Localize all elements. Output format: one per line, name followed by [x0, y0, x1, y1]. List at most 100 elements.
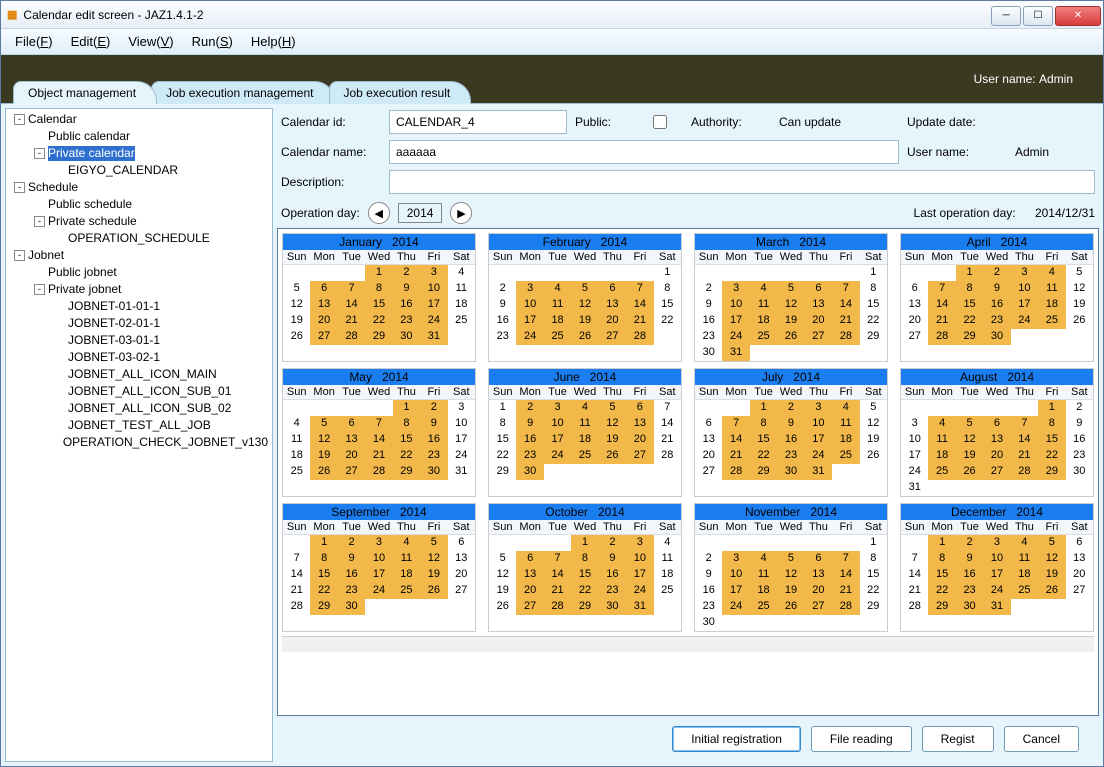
tree-toggle-icon[interactable]: - [14, 182, 25, 193]
day-cell[interactable]: 31 [805, 464, 832, 480]
day-cell[interactable]: 19 [860, 432, 887, 448]
day-cell[interactable]: 12 [599, 416, 626, 432]
day-cell[interactable]: 29 [365, 329, 392, 345]
day-cell[interactable]: 23 [516, 448, 543, 464]
day-cell[interactable]: 22 [860, 583, 887, 599]
day-cell[interactable]: 4 [571, 400, 598, 416]
day-cell[interactable]: 28 [901, 599, 928, 615]
day-cell[interactable]: 21 [654, 432, 681, 448]
day-cell[interactable]: 13 [695, 432, 722, 448]
day-cell[interactable]: 5 [420, 535, 447, 551]
day-cell[interactable]: 4 [832, 400, 859, 416]
day-cell[interactable]: 24 [516, 329, 543, 345]
day-cell[interactable]: 6 [695, 416, 722, 432]
day-cell[interactable]: 22 [956, 313, 983, 329]
day-cell[interactable]: 17 [544, 432, 571, 448]
day-cell[interactable]: 13 [1066, 551, 1093, 567]
prev-year-button[interactable]: ◀ [368, 202, 390, 224]
day-cell[interactable]: 22 [750, 448, 777, 464]
day-cell[interactable]: 15 [489, 432, 516, 448]
day-cell[interactable]: 24 [626, 583, 653, 599]
day-cell[interactable]: 26 [777, 599, 804, 615]
day-cell[interactable]: 15 [310, 567, 337, 583]
day-cell[interactable]: 30 [695, 615, 722, 631]
day-cell[interactable]: 5 [956, 416, 983, 432]
day-cell[interactable]: 13 [983, 432, 1010, 448]
day-cell[interactable]: 18 [750, 583, 777, 599]
day-cell[interactable]: 2 [777, 400, 804, 416]
day-cell[interactable]: 19 [1066, 297, 1093, 313]
day-cell[interactable]: 26 [860, 448, 887, 464]
day-cell[interactable]: 16 [516, 432, 543, 448]
day-cell[interactable]: 7 [654, 400, 681, 416]
day-cell[interactable]: 23 [338, 583, 365, 599]
day-cell[interactable]: 19 [489, 583, 516, 599]
day-cell[interactable]: 31 [420, 329, 447, 345]
day-cell[interactable]: 7 [338, 281, 365, 297]
day-cell[interactable]: 19 [599, 432, 626, 448]
day-cell[interactable]: 24 [1011, 313, 1038, 329]
tree-toggle-icon[interactable]: - [34, 216, 45, 227]
tree-toggle-icon[interactable]: - [14, 114, 25, 125]
day-cell[interactable]: 28 [283, 599, 310, 615]
day-cell[interactable]: 25 [571, 448, 598, 464]
day-cell[interactable]: 12 [777, 297, 804, 313]
day-cell[interactable]: 15 [1038, 432, 1065, 448]
day-cell[interactable]: 9 [1066, 416, 1093, 432]
tree-node[interactable]: JOBNET_ALL_ICON_SUB_02 [8, 400, 270, 417]
day-cell[interactable]: 26 [1066, 313, 1093, 329]
day-cell[interactable]: 2 [1066, 400, 1093, 416]
day-cell[interactable]: 10 [626, 551, 653, 567]
day-cell[interactable]: 6 [448, 535, 475, 551]
day-cell[interactable]: 6 [805, 281, 832, 297]
day-cell[interactable]: 7 [626, 281, 653, 297]
day-cell[interactable]: 22 [860, 313, 887, 329]
day-cell[interactable]: 17 [365, 567, 392, 583]
day-cell[interactable]: 30 [338, 599, 365, 615]
day-cell[interactable]: 3 [901, 416, 928, 432]
day-cell[interactable]: 11 [928, 432, 955, 448]
day-cell[interactable]: 16 [983, 297, 1010, 313]
maximize-button[interactable]: ☐ [1023, 6, 1053, 26]
day-cell[interactable]: 20 [1066, 567, 1093, 583]
day-cell[interactable]: 4 [544, 281, 571, 297]
day-cell[interactable]: 17 [722, 313, 749, 329]
day-cell[interactable]: 22 [928, 583, 955, 599]
day-cell[interactable]: 1 [956, 265, 983, 281]
day-cell[interactable]: 26 [1038, 583, 1065, 599]
day-cell[interactable]: 21 [544, 583, 571, 599]
day-cell[interactable]: 4 [393, 535, 420, 551]
day-cell[interactable]: 2 [956, 535, 983, 551]
day-cell[interactable]: 9 [695, 297, 722, 313]
day-cell[interactable]: 2 [420, 400, 447, 416]
day-cell[interactable]: 11 [832, 416, 859, 432]
day-cell[interactable]: 8 [956, 281, 983, 297]
day-cell[interactable]: 19 [420, 567, 447, 583]
tree-node[interactable]: JOBNET_ALL_ICON_SUB_01 [8, 383, 270, 400]
day-cell[interactable]: 28 [626, 329, 653, 345]
day-cell[interactable]: 22 [489, 448, 516, 464]
day-cell[interactable]: 6 [338, 416, 365, 432]
day-cell[interactable]: 20 [310, 313, 337, 329]
day-cell[interactable]: 4 [1038, 265, 1065, 281]
day-cell[interactable]: 25 [928, 464, 955, 480]
day-cell[interactable]: 21 [832, 313, 859, 329]
day-cell[interactable]: 8 [750, 416, 777, 432]
day-cell[interactable]: 7 [1011, 416, 1038, 432]
menu-file[interactable]: File(F) [7, 32, 61, 51]
day-cell[interactable]: 27 [805, 329, 832, 345]
day-cell[interactable]: 17 [516, 313, 543, 329]
day-cell[interactable]: 12 [1066, 281, 1093, 297]
day-cell[interactable]: 19 [310, 448, 337, 464]
day-cell[interactable]: 15 [750, 432, 777, 448]
day-cell[interactable]: 28 [338, 329, 365, 345]
day-cell[interactable]: 9 [338, 551, 365, 567]
day-cell[interactable]: 1 [393, 400, 420, 416]
day-cell[interactable]: 20 [695, 448, 722, 464]
day-cell[interactable]: 18 [393, 567, 420, 583]
day-cell[interactable]: 16 [489, 313, 516, 329]
day-cell[interactable]: 6 [983, 416, 1010, 432]
day-cell[interactable]: 29 [860, 599, 887, 615]
day-cell[interactable]: 15 [860, 567, 887, 583]
day-cell[interactable]: 21 [283, 583, 310, 599]
